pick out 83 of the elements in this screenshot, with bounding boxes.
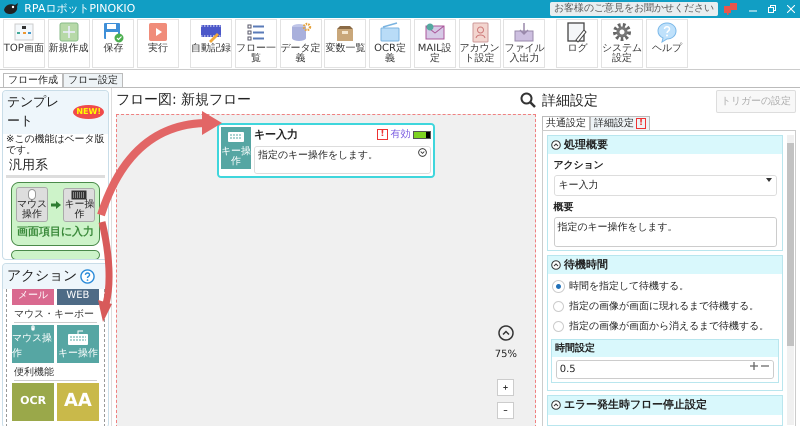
- flow-title: フロー図: 新規フロー: [116, 90, 252, 110]
- close-icon[interactable]: [786, 5, 794, 13]
- section-title: 待機時間: [564, 256, 608, 273]
- field-label: アクション: [554, 159, 604, 173]
- overview-field[interactable]: 指定のキー操作をします。: [554, 217, 776, 247]
- toolbar-button[interactable]: 変数一覧: [324, 19, 366, 68]
- group-heading: 汎用系: [6, 156, 105, 178]
- radio-label[interactable]: 時間を指定して待機する。: [568, 279, 689, 294]
- collapse-icon[interactable]: [551, 260, 561, 270]
- expand-icon[interactable]: [418, 148, 427, 157]
- help-icon[interactable]: [80, 268, 95, 284]
- template-label: 画面項目に入力: [17, 224, 94, 240]
- radio-button[interactable]: [552, 301, 564, 312]
- category-heading: 便利機能: [14, 364, 98, 381]
- radio-label[interactable]: 指定の画像が画面に現れるまで待機する。: [568, 299, 759, 314]
- mouse-icon: [28, 189, 36, 200]
- enable-toggle[interactable]: [413, 130, 431, 139]
- toolbar-button[interactable]: OCR定義: [369, 19, 411, 68]
- toolbar-button[interactable]: MAIL設定: [414, 19, 456, 68]
- radio-button[interactable]: [552, 321, 564, 332]
- caret-icon: [766, 178, 772, 182]
- floppy-disk-icon: [102, 21, 124, 43]
- toolbar-button[interactable]: 新規作成: [48, 19, 90, 68]
- tab[interactable]: フロー設定: [62, 72, 123, 87]
- key-action-chip: キー操作: [63, 188, 96, 222]
- toolbar-button[interactable]: 保存: [92, 19, 134, 68]
- toolbar-button[interactable]: システム設定: [601, 19, 643, 68]
- panel-title: 詳細設定: [542, 92, 598, 111]
- stepper-icon[interactable]: [750, 362, 770, 370]
- help-icon: [656, 21, 678, 43]
- zoom-in-icon[interactable]: [497, 378, 514, 396]
- keyboard-icon: [66, 330, 89, 346]
- arrow-icon: [50, 200, 60, 209]
- keyboard-icon: [71, 190, 88, 200]
- status-label: 有効: [390, 128, 410, 142]
- new-badge: NEW!: [73, 105, 104, 120]
- tab[interactable]: 共通設定: [542, 116, 590, 130]
- toolbar-button[interactable]: アカウント設定: [458, 19, 500, 68]
- subsection-title: 時間設定: [552, 340, 778, 358]
- template-card[interactable]: マウス操作 キー操作 画面項目に入力: [11, 182, 100, 246]
- key-action-tile: キー操作: [221, 126, 251, 168]
- radio-label[interactable]: 指定の画像が画面から消えるまで待機する。: [568, 319, 769, 334]
- tray-download-icon: [513, 21, 536, 43]
- document-pencil-icon: [566, 21, 588, 43]
- node-title: キー入力: [254, 126, 298, 142]
- display-icon: [12, 21, 35, 43]
- collapse-icon[interactable]: [551, 400, 561, 410]
- panel-title: アクション: [7, 266, 77, 286]
- settings-icon: [611, 21, 633, 43]
- zoom-up-icon[interactable]: [498, 324, 514, 341]
- panel-title: テンプレート: [7, 94, 60, 132]
- search-icon[interactable]: [520, 92, 536, 108]
- time-input[interactable]: 0.5: [556, 360, 774, 380]
- bird-logo-icon: [2, 2, 19, 16]
- toolbar-button[interactable]: 実行: [137, 19, 179, 68]
- toolbar-button[interactable]: ファイル入出力: [503, 19, 546, 68]
- toolbar-button[interactable]: フロー一覧: [234, 19, 277, 68]
- window-title: RPAロボットPINOKIO: [24, 0, 136, 17]
- plus-icon: [58, 21, 80, 43]
- restore-icon[interactable]: [768, 5, 776, 13]
- zoom-level: 75%: [494, 348, 517, 362]
- toolbar-button[interactable]: 自動記録: [190, 19, 232, 68]
- toolbar-button[interactable]: ログ: [556, 19, 598, 68]
- scanner-icon: [379, 21, 401, 43]
- toolbar-button[interactable]: TOP画面: [2, 19, 45, 68]
- category-heading: マウス・キーボー: [14, 306, 98, 323]
- scrollbar[interactable]: [787, 134, 794, 425]
- toolbar-button[interactable]: データ定義: [280, 19, 322, 68]
- collapse-icon[interactable]: [551, 140, 561, 150]
- toolbar-button[interactable]: ヘルプ: [646, 19, 688, 68]
- beta-note: ※この機能はベータ版です。: [5, 134, 106, 156]
- node-description: 指定のキー操作をします。: [258, 148, 378, 163]
- template-card[interactable]: [11, 250, 100, 259]
- field-label: 概要: [554, 200, 574, 215]
- tab[interactable]: フロー作成: [2, 72, 63, 87]
- feedback-link[interactable]: お客様のご意見をお聞かせください: [550, 2, 718, 16]
- section-title: 処理概要: [564, 136, 608, 152]
- action-tile[interactable]: WEB: [56, 288, 99, 305]
- play-icon: [147, 21, 169, 43]
- database-gear-icon: [290, 21, 312, 43]
- action-select[interactable]: キー入力: [554, 175, 776, 196]
- section-title: エラー発生時フロー停止設定: [564, 397, 707, 413]
- mouse-action-chip: マウス操作: [16, 187, 48, 222]
